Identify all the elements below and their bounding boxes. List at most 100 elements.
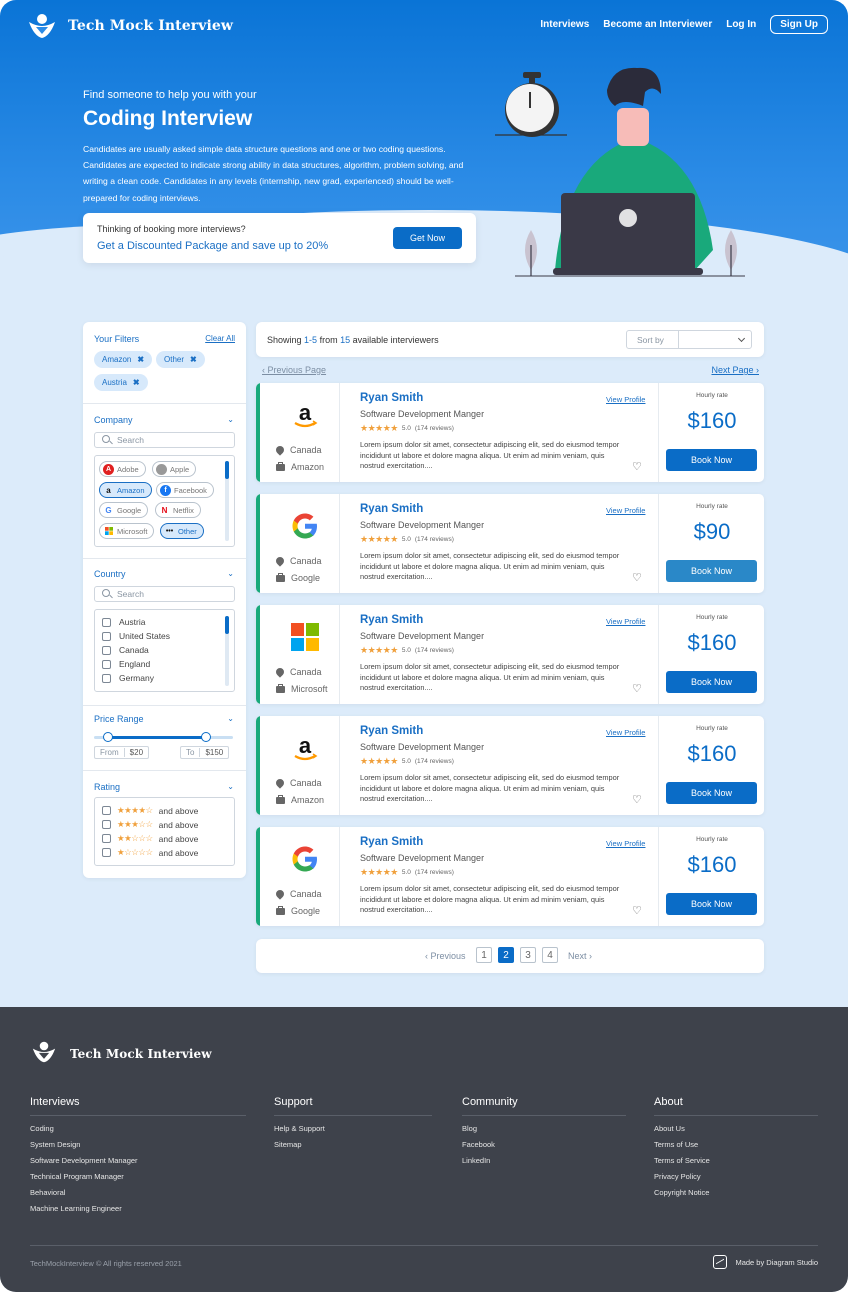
rating-section-title[interactable]: Rating [94,782,120,792]
to-value[interactable]: $150 [199,748,228,757]
price-min-handle[interactable] [103,732,113,742]
country-option[interactable]: Austria [102,617,145,627]
chevron-down-icon[interactable] [679,331,751,348]
made-by[interactable]: Made by Diagram Studio [713,1255,818,1269]
footer-link[interactable]: Sitemap [274,1137,432,1153]
sort-by-select[interactable]: Sort by [626,330,752,349]
active-filter-chip[interactable]: Amazon ✖ [94,351,153,368]
checkbox[interactable] [102,834,111,843]
active-filter-chip[interactable]: Austria ✖ [94,374,148,391]
scrollbar-thumb[interactable] [225,461,229,479]
country-section-title[interactable]: Country [94,569,126,579]
chevron-down-icon[interactable]: ⌄ [227,714,234,723]
footer-link[interactable]: Privacy Policy [654,1169,818,1185]
page-number[interactable]: 3 [520,947,536,963]
interviewer-card[interactable]: Canada Google Ryan Smith View Profile So… [256,827,764,926]
page-number[interactable]: 4 [542,947,558,963]
country-option[interactable]: United States [102,631,170,641]
interviewer-card[interactable]: a Canada Amazon Ryan Smith View Profile … [256,383,764,482]
interviewer-name[interactable]: Ryan Smith [360,503,423,515]
footer-brand[interactable]: Tech Mock Interview [30,1040,212,1068]
footer-link[interactable]: Facebook [462,1137,626,1153]
clear-all-link[interactable]: Clear All [205,334,235,343]
rating-option[interactable]: ★★☆☆☆ and above [102,833,198,844]
footer-link[interactable]: LinkedIn [462,1153,626,1169]
checkbox[interactable] [102,645,111,655]
brand[interactable]: Tech Mock Interview [26,12,233,40]
view-profile-link[interactable]: View Profile [606,728,645,737]
footer-link[interactable]: Terms of Use [654,1137,818,1153]
footer-link[interactable]: About Us [654,1121,818,1137]
next-page-link[interactable]: Next Page › [711,365,759,375]
page-number-current[interactable]: 2 [498,947,514,963]
checkbox[interactable] [102,806,111,815]
book-now-button[interactable]: Book Now [666,560,757,582]
view-profile-link[interactable]: View Profile [606,395,645,404]
company-section-title[interactable]: Company [94,415,133,425]
pagination-prev[interactable]: ‹ Previous [425,951,466,961]
get-now-button[interactable]: Get Now [393,227,462,249]
checkbox[interactable] [102,673,111,683]
interviewer-card[interactable]: Canada Google Ryan Smith View Profile So… [256,494,764,593]
nav-login[interactable]: Log In [726,19,756,30]
rating-option[interactable]: ★★★★☆ and above [102,805,198,816]
company-option-microsoft[interactable]: Microsoft [99,523,155,539]
rating-option[interactable]: ★★★☆☆ and above [102,819,198,830]
interviewer-card[interactable]: a Canada Amazon Ryan Smith View Profile … [256,716,764,815]
company-option-google[interactable]: G Google [99,502,149,518]
price-max-handle[interactable] [201,732,211,742]
country-option[interactable]: Germany [102,673,154,683]
company-search-input[interactable]: Search [94,432,235,448]
pagination-next[interactable]: Next › [568,951,592,961]
country-scrollbar[interactable] [225,616,229,686]
favorite-heart-icon[interactable]: ♡ [632,682,642,695]
chevron-down-icon[interactable]: ⌄ [227,415,234,424]
favorite-heart-icon[interactable]: ♡ [632,904,642,917]
promo-offer[interactable]: Get a Discounted Package and save up to … [97,240,328,252]
interviewer-name[interactable]: Ryan Smith [360,725,423,737]
view-profile-link[interactable]: View Profile [606,506,645,515]
footer-link[interactable]: Technical Program Manager [30,1169,246,1185]
book-now-button[interactable]: Book Now [666,671,757,693]
country-search-input[interactable]: Search [94,586,235,602]
company-option-netflix[interactable]: N Netflix [155,502,201,518]
footer-link[interactable]: Blog [462,1121,626,1137]
checkbox[interactable] [102,820,111,829]
chevron-down-icon[interactable]: ⌄ [227,782,234,791]
footer-link[interactable]: Coding [30,1121,246,1137]
interviewer-name[interactable]: Ryan Smith [360,836,423,848]
scrollbar-thumb[interactable] [225,616,229,634]
remove-icon[interactable]: ✖ [133,378,140,387]
footer-link[interactable]: Machine Learning Engineer [30,1201,246,1217]
footer-link[interactable]: System Design [30,1137,246,1153]
book-now-button[interactable]: Book Now [666,893,757,915]
price-section-title[interactable]: Price Range [94,714,144,724]
remove-icon[interactable]: ✖ [190,355,197,364]
footer-link[interactable]: Copyright Notice [654,1185,818,1201]
page-number[interactable]: 1 [476,947,492,963]
previous-page-link[interactable]: ‹ Previous Page [262,365,326,375]
view-profile-link[interactable]: View Profile [606,839,645,848]
interviewer-name[interactable]: Ryan Smith [360,614,423,626]
book-now-button[interactable]: Book Now [666,449,757,471]
footer-link[interactable]: Help & Support [274,1121,432,1137]
company-option-adobe[interactable]: A Adobe [99,461,146,477]
favorite-heart-icon[interactable]: ♡ [632,460,642,473]
interviewer-card[interactable]: Canada Microsoft Ryan Smith View Profile… [256,605,764,704]
price-from-field[interactable]: From $20 [94,746,150,759]
company-option-amazon[interactable]: a Amazon [99,482,152,498]
nav-interviews[interactable]: Interviews [540,19,589,30]
favorite-heart-icon[interactable]: ♡ [632,793,642,806]
country-option[interactable]: England [102,659,150,669]
active-filter-chip[interactable]: Other ✖ [156,351,205,368]
checkbox[interactable] [102,631,111,641]
interviewer-name[interactable]: Ryan Smith [360,392,423,404]
footer-link[interactable]: Terms of Service [654,1153,818,1169]
company-scrollbar[interactable] [225,461,229,541]
book-now-button[interactable]: Book Now [666,782,757,804]
company-option-apple[interactable]: Apple [152,461,197,477]
checkbox[interactable] [102,617,111,627]
nav-become-interviewer[interactable]: Become an Interviewer [603,19,712,30]
from-value[interactable]: $20 [123,748,148,757]
country-option[interactable]: Canada [102,645,149,655]
